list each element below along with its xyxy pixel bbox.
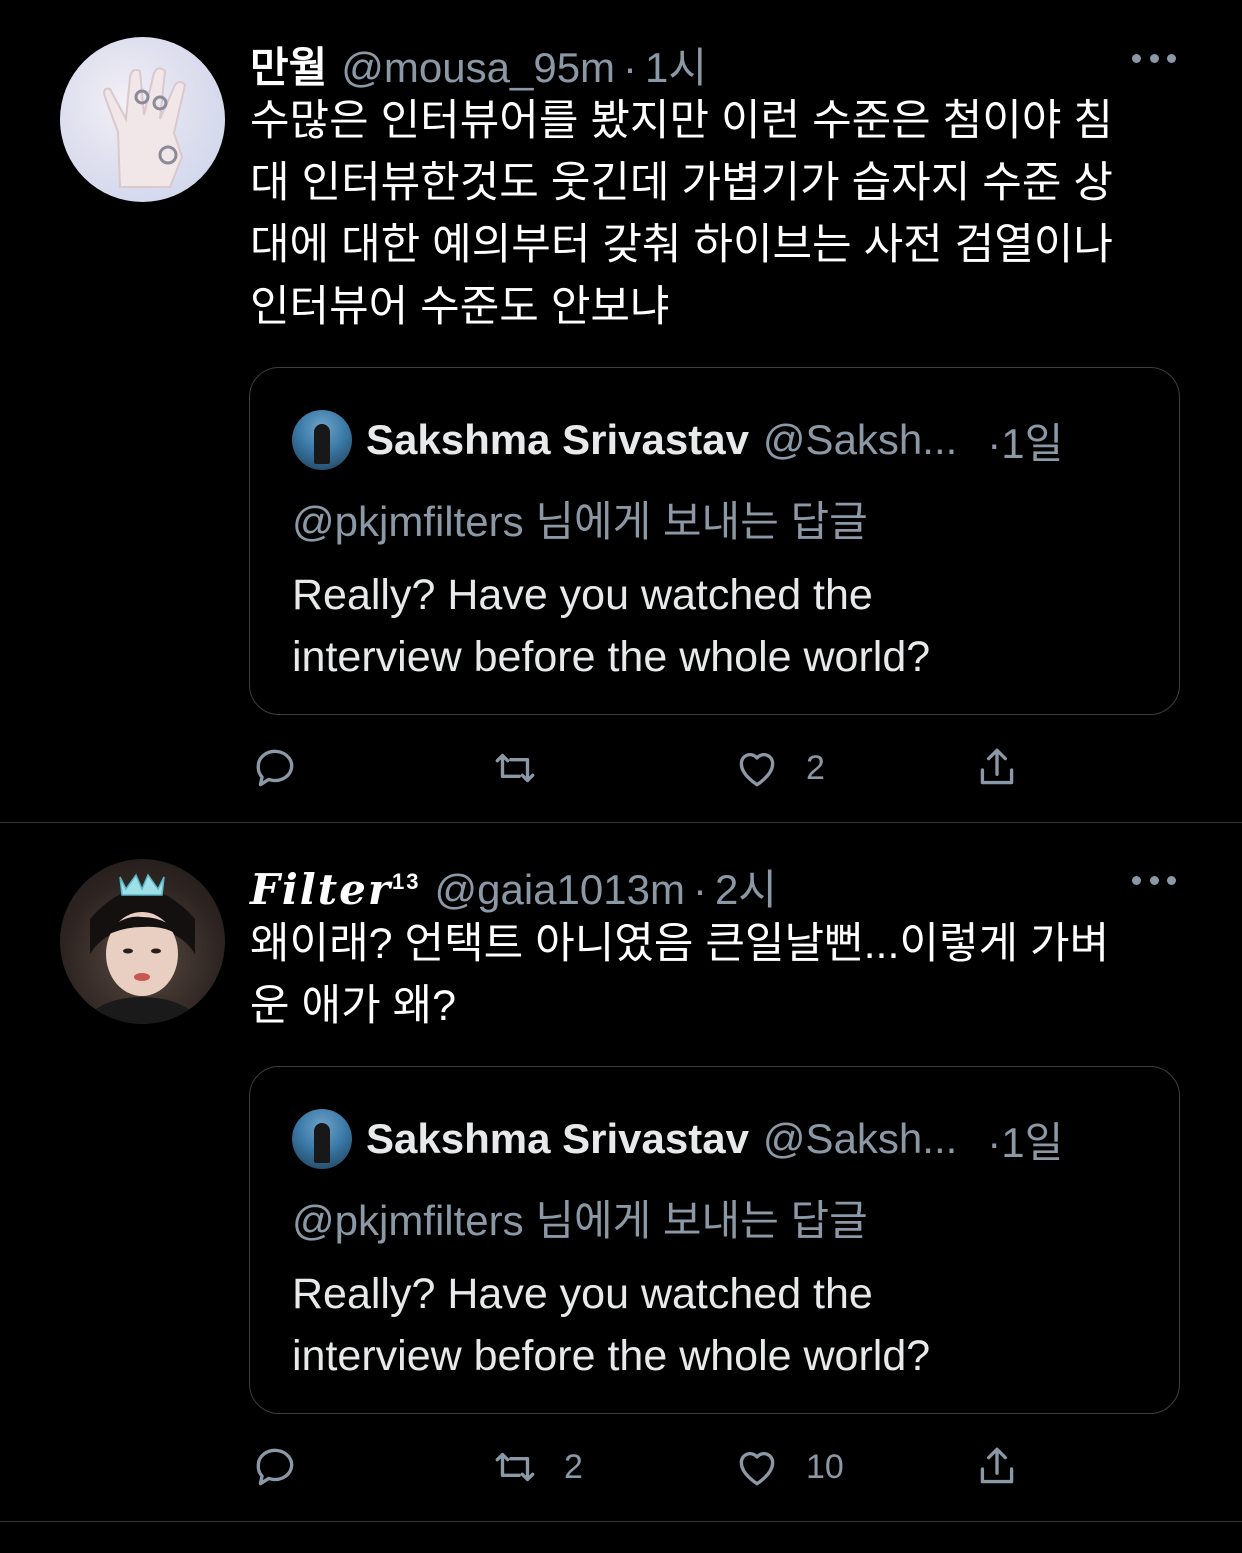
quoted-display-name: Sakshma Srivastav [366,416,749,463]
share-button[interactable] [972,738,1022,798]
action-bar: 2 10 [250,1437,1150,1497]
quoted-text: Really? Have you watched the interview b… [292,571,931,681]
heart-icon [739,1452,775,1486]
reply-icon [256,749,294,787]
separator-dot: · [987,419,1002,467]
quoted-tweet[interactable]: Sakshma Srivastav @Saksh... ·1일 @pkjmfil… [249,1066,1180,1414]
separator-dot: · [692,866,707,913]
person-avatar-image [80,873,205,1024]
quoted-display-name: Sakshma Srivastav [366,1115,749,1162]
tweet-divider [0,1521,1242,1522]
user-handle[interactable]: @mousa_95m [341,44,615,92]
retweet-button[interactable] [490,738,564,798]
quoted-tweet-header: Sakshma Srivastav @Saksh... ·1일 [292,1109,1063,1169]
display-name-superscript: 13 [391,869,421,894]
quoted-reply-to: @pkjmfilters 님에게 보내는 답글 [292,498,868,545]
avatar[interactable] [60,859,225,1024]
heart-icon [739,753,775,787]
quoted-tweet[interactable]: Sakshma Srivastav @Saksh... ·1일 @pkjmfil… [249,367,1180,715]
more-icon[interactable] [1132,873,1176,887]
share-button[interactable] [972,1437,1022,1497]
like-count: 10 [806,1447,844,1486]
hand-avatar-image [103,67,187,188]
avatar[interactable] [60,37,225,202]
tweet[interactable]: Filter13 @gaia1013m · 2시 왜이래? 언택트 아니였음 큰… [0,823,1242,1521]
more-icon[interactable] [1132,51,1176,65]
retweet-icon [495,1452,535,1482]
quoted-reply-to: @pkjmfilters 님에게 보내는 답글 [292,1197,868,1244]
action-bar: 2 [250,738,1150,798]
quoted-user-handle: @Saksh... [762,1115,958,1162]
quoted-timestamp: 1일 [1001,1118,1064,1166]
retweet-icon [495,753,535,783]
share-icon [980,748,1014,785]
quoted-timestamp: 1일 [1001,419,1064,467]
tweet-header: 만월 @mousa_95m · 1시 [250,34,1182,91]
quoted-avatar [292,1109,352,1169]
reply-button[interactable] [250,1437,324,1497]
reply-button[interactable] [250,738,324,798]
reply-icon [256,1448,294,1486]
retweet-button[interactable]: 2 [490,1437,583,1497]
separator-dot: · [987,1118,1002,1166]
like-button[interactable]: 10 [732,1437,844,1497]
display-name[interactable]: 만월 [250,34,327,95]
share-icon [980,1447,1014,1484]
tweet-header: Filter13 @gaia1013m · 2시 [250,856,1182,914]
retweet-count: 2 [564,1447,583,1486]
separator-dot: · [623,44,638,91]
tweet[interactable]: 만월 @mousa_95m · 1시 수많은 인터뷰어를 봤지만 이런 수준은 … [0,0,1242,822]
display-name[interactable]: Filter13 [250,865,420,914]
timestamp[interactable]: 2시 [715,856,777,917]
user-handle[interactable]: @gaia1013m [434,866,684,914]
display-name-text: Filter [250,865,392,914]
like-count: 2 [806,748,825,787]
like-button[interactable]: 2 [732,738,825,798]
quoted-text: Really? Have you watched the interview b… [292,1270,931,1380]
tweet-text: 왜이래? 언택트 아니였음 큰일날뻔...이렇게 가벼 운 애가 왜? [250,920,1110,1030]
timestamp[interactable]: 1시 [645,34,707,95]
quoted-tweet-header: Sakshma Srivastav @Saksh... ·1일 [292,410,1063,470]
tweet-text: 수많은 인터뷰어를 봤지만 이런 수준은 첨이야 침 대 인터뷰한것도 웃긴데 … [250,97,1113,331]
quoted-user-handle: @Saksh... [762,416,958,463]
quoted-avatar [292,410,352,470]
